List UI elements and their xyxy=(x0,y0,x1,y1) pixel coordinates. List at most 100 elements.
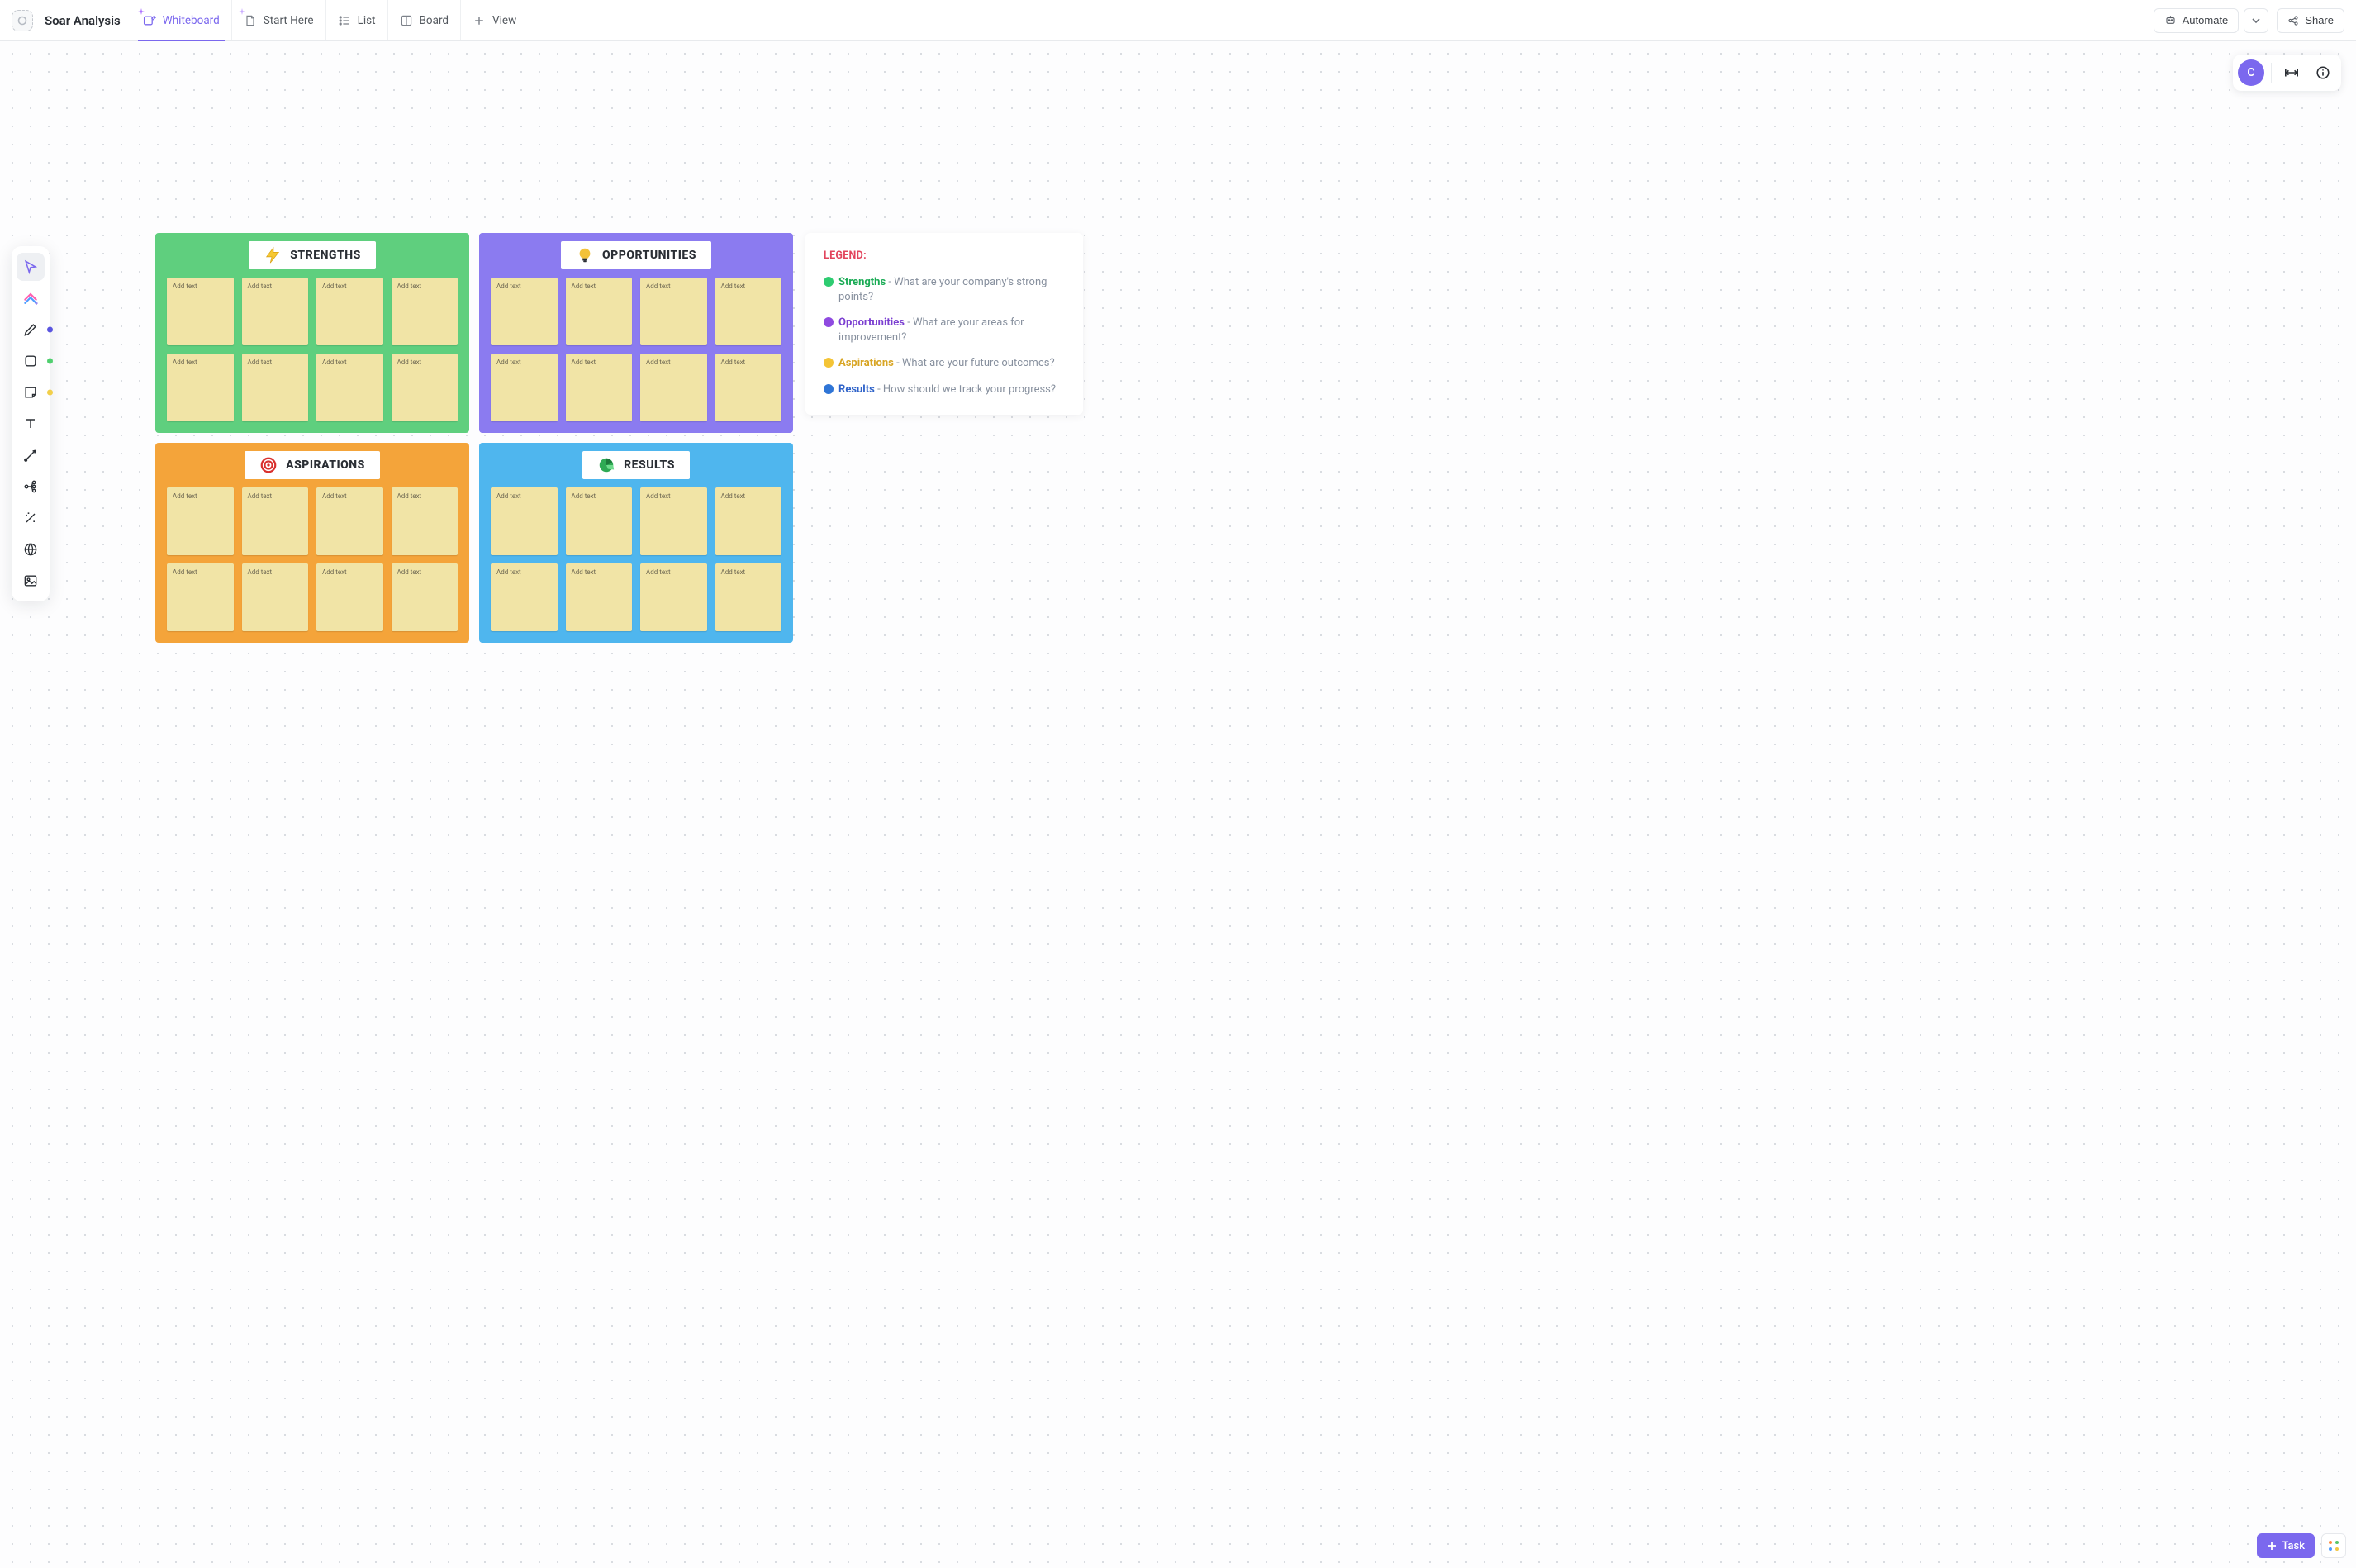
quad-opportunities[interactable]: OPPORTUNITIES Add text Add text Add text… xyxy=(479,233,793,433)
plus-icon xyxy=(473,14,486,27)
sticky-note[interactable]: Add text xyxy=(715,563,782,631)
floating-actions: Task xyxy=(2257,1533,2346,1558)
sticky-note[interactable]: Add text xyxy=(316,563,383,631)
tool-image[interactable] xyxy=(17,567,45,595)
sticky-note[interactable]: Add text xyxy=(316,487,383,555)
share-button[interactable]: Share xyxy=(2277,8,2344,33)
tab-whiteboard[interactable]: Whiteboard xyxy=(131,0,231,40)
automate-dropdown[interactable] xyxy=(2244,8,2268,33)
legend-key: Results xyxy=(838,383,875,396)
sticky-note[interactable]: Add text xyxy=(491,563,558,631)
clickup-icon: + xyxy=(22,290,39,306)
tool-sticky[interactable] xyxy=(17,378,45,406)
svg-text:+: + xyxy=(35,299,38,306)
sticky-note[interactable]: Add text xyxy=(316,278,383,345)
legend-panel[interactable]: LEGEND: Strengths - What are your compan… xyxy=(805,233,1083,415)
legend-dot xyxy=(824,384,834,394)
lightbulb-icon xyxy=(576,246,594,264)
tool-ai[interactable] xyxy=(17,504,45,532)
robot-icon xyxy=(2164,14,2177,26)
sticky-note[interactable]: Add text xyxy=(392,278,458,345)
tool-connector[interactable] xyxy=(17,441,45,469)
sticky-note[interactable]: Add text xyxy=(242,278,309,345)
sticky-note[interactable]: Add text xyxy=(316,354,383,421)
tool-text[interactable] xyxy=(17,410,45,438)
sticky-note[interactable]: Add text xyxy=(392,563,458,631)
legend-key: Strengths xyxy=(838,276,886,288)
sticky-note[interactable]: Add text xyxy=(167,354,234,421)
apps-button[interactable] xyxy=(2321,1533,2346,1558)
toolbox: + xyxy=(12,246,50,601)
ai-sparkle-icon xyxy=(239,5,245,12)
quad-strengths[interactable]: STRENGTHS Add text Add text Add text Add… xyxy=(155,233,469,433)
sticky-note[interactable]: Add text xyxy=(566,278,633,345)
tool-web[interactable] xyxy=(17,535,45,563)
plus-icon xyxy=(2267,1541,2277,1551)
share-icon xyxy=(2287,15,2299,26)
tab-label: View xyxy=(492,14,516,27)
sticky-note[interactable]: Add text xyxy=(491,487,558,555)
sticky-note[interactable]: Add text xyxy=(242,354,309,421)
info-button[interactable] xyxy=(2310,59,2336,86)
legend-key: Opportunities xyxy=(838,316,905,329)
soar-board: STRENGTHS Add text Add text Add text Add… xyxy=(155,233,793,643)
image-icon xyxy=(22,573,39,589)
sticky-note[interactable]: Add text xyxy=(167,487,234,555)
sticky-note[interactable]: Add text xyxy=(715,487,782,555)
sticky-note[interactable]: Add text xyxy=(566,354,633,421)
tab-label: Start Here xyxy=(264,14,314,27)
sticky-note[interactable]: Add text xyxy=(491,354,558,421)
sticky-note[interactable]: Add text xyxy=(392,487,458,555)
magic-icon xyxy=(22,510,39,526)
quad-results[interactable]: RESULTS Add text Add text Add text Add t… xyxy=(479,443,793,643)
whiteboard-canvas[interactable]: C + xyxy=(0,41,2356,1568)
sticky-note[interactable]: Add text xyxy=(640,354,707,421)
legend-key: Aspirations xyxy=(838,357,894,369)
sticky-note[interactable]: Add text xyxy=(640,278,707,345)
tool-clickup[interactable]: + xyxy=(17,284,45,312)
sticky-note[interactable]: Add text xyxy=(392,354,458,421)
tab-label: Whiteboard xyxy=(163,14,220,27)
mindmap-icon xyxy=(22,478,39,495)
quad-header: RESULTS xyxy=(582,451,690,479)
tab-start-here[interactable]: Start Here xyxy=(231,0,325,40)
whiteboard-icon xyxy=(143,14,156,27)
sticky-note[interactable]: Add text xyxy=(167,563,234,631)
legend-row-strengths: Strengths - What are your company's stro… xyxy=(824,275,1065,304)
sticky-note[interactable]: Add text xyxy=(167,278,234,345)
sticky-note[interactable]: Add text xyxy=(715,278,782,345)
sticky-note[interactable]: Add text xyxy=(640,563,707,631)
fit-width-button[interactable] xyxy=(2278,59,2305,86)
sticky-note[interactable]: Add text xyxy=(566,563,633,631)
quad-title: OPPORTUNITIES xyxy=(602,249,696,262)
automate-group: Automate xyxy=(2154,8,2269,33)
tool-select[interactable] xyxy=(17,253,45,281)
quad-header: ASPIRATIONS xyxy=(245,451,380,479)
tab-label: Board xyxy=(420,14,449,27)
tab-add-view[interactable]: View xyxy=(460,0,528,40)
notes-results: Add text Add text Add text Add text Add … xyxy=(491,487,781,631)
sticky-note[interactable]: Add text xyxy=(715,354,782,421)
legend-dot xyxy=(824,317,834,327)
legend-row-aspirations: Aspirations - What are your future outco… xyxy=(824,356,1065,371)
sticky-note[interactable]: Add text xyxy=(566,487,633,555)
legend-row-results: Results - How should we track your progr… xyxy=(824,382,1065,397)
quad-header: OPPORTUNITIES xyxy=(561,241,711,269)
target-icon xyxy=(259,456,278,474)
new-task-button[interactable]: Task xyxy=(2257,1533,2315,1558)
tool-shape[interactable] xyxy=(17,347,45,375)
quad-aspirations[interactable]: ASPIRATIONS Add text Add text Add text A… xyxy=(155,443,469,643)
sticky-note[interactable]: Add text xyxy=(242,563,309,631)
top-bar: Soar Analysis Whiteboard Start Here xyxy=(0,0,2356,41)
doc-icon xyxy=(244,14,257,27)
sticky-note[interactable]: Add text xyxy=(242,487,309,555)
sticky-note[interactable]: Add text xyxy=(640,487,707,555)
status-chip[interactable] xyxy=(12,10,33,31)
tab-board[interactable]: Board xyxy=(387,0,461,40)
tool-mindmap[interactable] xyxy=(17,473,45,501)
sticky-note[interactable]: Add text xyxy=(491,278,558,345)
tool-pen[interactable] xyxy=(17,316,45,344)
automate-button[interactable]: Automate xyxy=(2154,8,2240,33)
avatar[interactable]: C xyxy=(2238,59,2264,86)
tab-list[interactable]: List xyxy=(325,0,387,40)
